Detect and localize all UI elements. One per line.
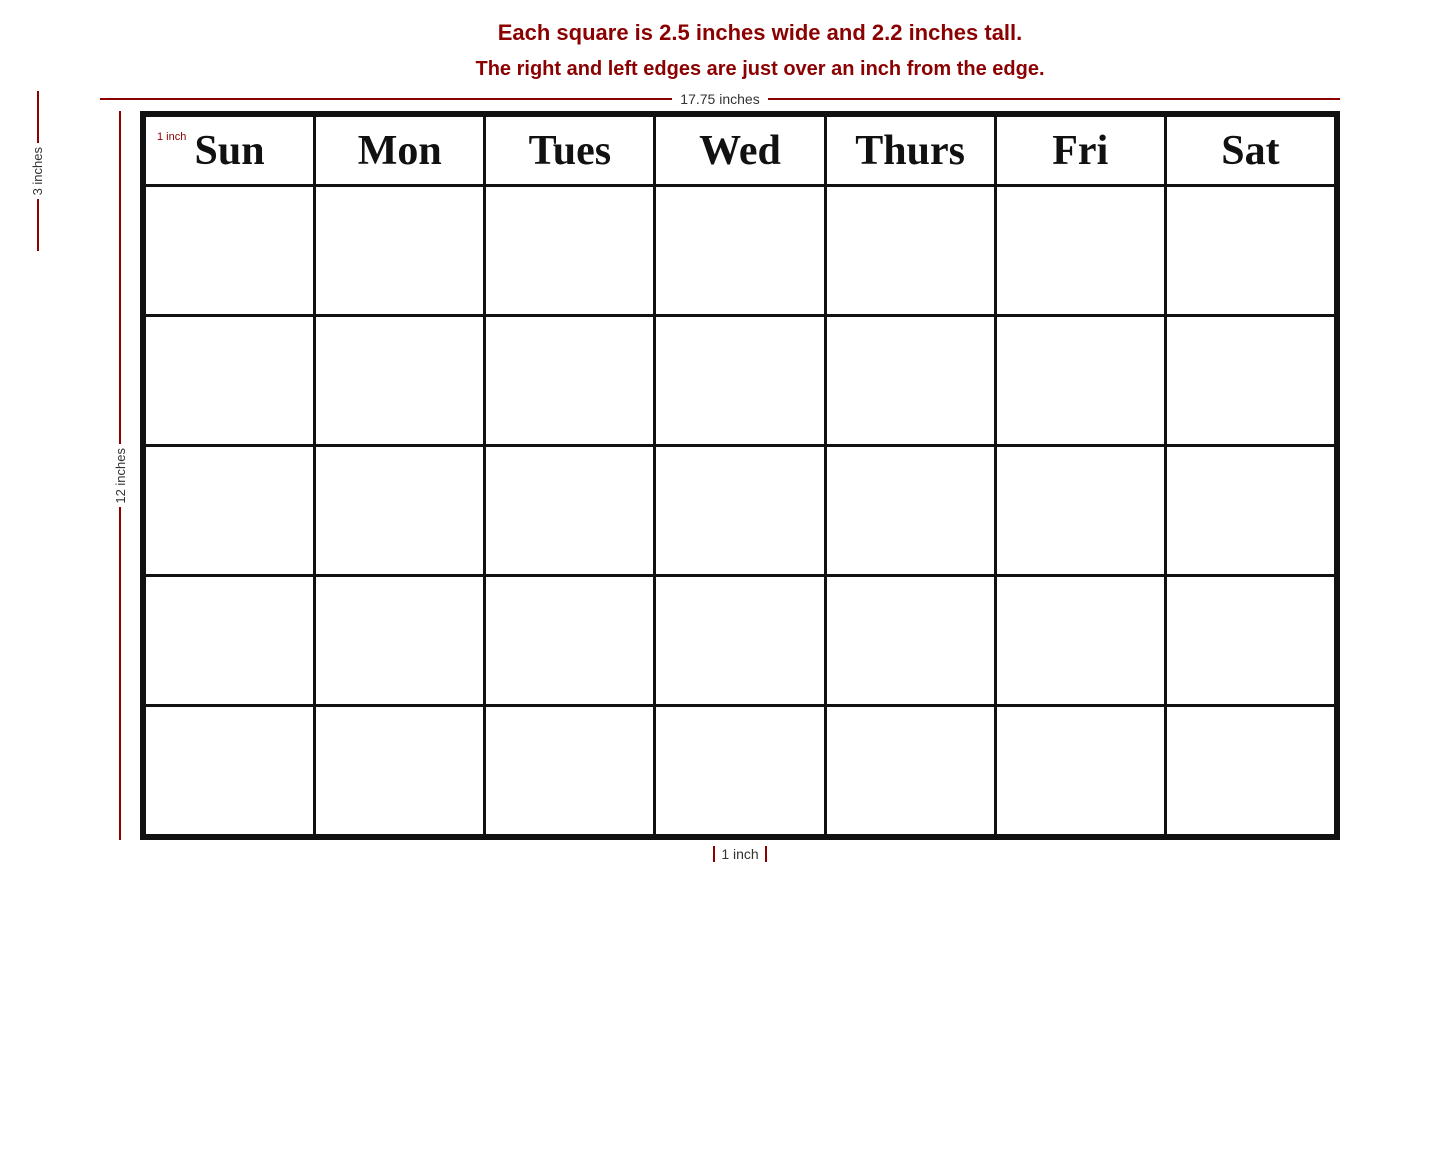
table-row (145, 316, 1336, 446)
h-line-top-right (768, 98, 1340, 100)
cell-r3c1 (145, 446, 315, 576)
cell-r4c2 (315, 576, 485, 706)
measure-bottom-row: 1 inch (100, 846, 1340, 862)
cell-r4c1 (145, 576, 315, 706)
bottom-inch-label: 1 inch (721, 846, 758, 862)
cell-r3c4 (655, 446, 825, 576)
calendar-grid: 1 inch Sun Mon Tues Wed (140, 111, 1340, 840)
cell-r3c6 (995, 446, 1165, 576)
day-tue: Tues (529, 128, 612, 174)
v-line-12-bottom (119, 507, 121, 840)
cell-r2c5 (825, 316, 995, 446)
cell-r3c5 (825, 446, 995, 576)
measure-12inch-label: 12 inches (113, 444, 128, 508)
calendar-section: 12 inches 1 inch Sun Mon (100, 111, 1340, 840)
cell-r2c7 (1165, 316, 1335, 446)
day-fri: Fri (1052, 128, 1108, 174)
v-line-12-top (119, 111, 121, 444)
sun-cell: 1 inch Sun (151, 127, 308, 175)
bottom-tick-left (713, 846, 715, 862)
cell-r1c6 (995, 186, 1165, 316)
cell-r1c2 (315, 186, 485, 316)
measure-3inch-label: 3 inches (30, 143, 45, 199)
v-line-bottom (37, 199, 39, 251)
cell-r2c6 (995, 316, 1165, 446)
day-wed: Wed (699, 128, 781, 174)
day-sat: Sat (1221, 128, 1279, 174)
header-sat: Sat (1165, 116, 1335, 186)
cell-r5c6 (995, 706, 1165, 836)
cell-r2c1 (145, 316, 315, 446)
info-line1: Each square is 2.5 inches wide and 2.2 i… (80, 20, 1440, 46)
cell-r2c3 (485, 316, 655, 446)
measure-left-12: 12 inches (100, 111, 140, 840)
header-thu: Thurs (825, 116, 995, 186)
day-sun: Sun (195, 128, 265, 174)
cell-r1c3 (485, 186, 655, 316)
day-thu: Thurs (855, 128, 965, 174)
cell-r1c1 (145, 186, 315, 316)
cell-r3c7 (1165, 446, 1335, 576)
measure-horizontal-label: 17.75 inches (672, 91, 767, 107)
info-line2: The right and left edges are just over a… (80, 58, 1440, 81)
cell-r3c3 (485, 446, 655, 576)
header-sun: 1 inch Sun (145, 116, 315, 186)
header-mon: Mon (315, 116, 485, 186)
table-row (145, 446, 1336, 576)
cell-r4c5 (825, 576, 995, 706)
v-line-top (37, 91, 39, 143)
cell-r4c4 (655, 576, 825, 706)
cell-r5c1 (145, 706, 315, 836)
corner-inch-label: 1 inch (157, 131, 186, 143)
h-line-top (100, 98, 672, 100)
cell-r2c2 (315, 316, 485, 446)
measure-left-3: 3 inches (30, 91, 45, 251)
calendar-body (145, 186, 1336, 836)
cell-r2c4 (655, 316, 825, 446)
cell-r1c7 (1165, 186, 1335, 316)
measurement-outer: 3 inches 17.75 inches 12 inches 1 inch (100, 91, 1340, 862)
header-row: 1 inch Sun Mon Tues Wed (145, 116, 1336, 186)
cell-r5c2 (315, 706, 485, 836)
cell-r4c6 (995, 576, 1165, 706)
measure-top-row: 17.75 inches (100, 91, 1340, 107)
table-row (145, 186, 1336, 316)
table-row (145, 576, 1336, 706)
header-fri: Fri (995, 116, 1165, 186)
info-panel: Each square is 2.5 inches wide and 2.2 i… (0, 20, 1440, 81)
cell-r5c5 (825, 706, 995, 836)
cell-r3c2 (315, 446, 485, 576)
cell-r4c7 (1165, 576, 1335, 706)
calendar-table: 1 inch Sun Mon Tues Wed (143, 114, 1337, 837)
cell-r1c4 (655, 186, 825, 316)
header-tue: Tues (485, 116, 655, 186)
header-wed: Wed (655, 116, 825, 186)
cell-r5c7 (1165, 706, 1335, 836)
calendar-header: 1 inch Sun Mon Tues Wed (145, 116, 1336, 186)
cell-r5c3 (485, 706, 655, 836)
day-mon: Mon (358, 128, 442, 174)
bottom-tick-right (765, 846, 767, 862)
cell-r4c3 (485, 576, 655, 706)
measure-bottom-content: 1 inch (140, 846, 1340, 862)
cell-r5c4 (655, 706, 825, 836)
cell-r1c5 (825, 186, 995, 316)
table-row (145, 706, 1336, 836)
